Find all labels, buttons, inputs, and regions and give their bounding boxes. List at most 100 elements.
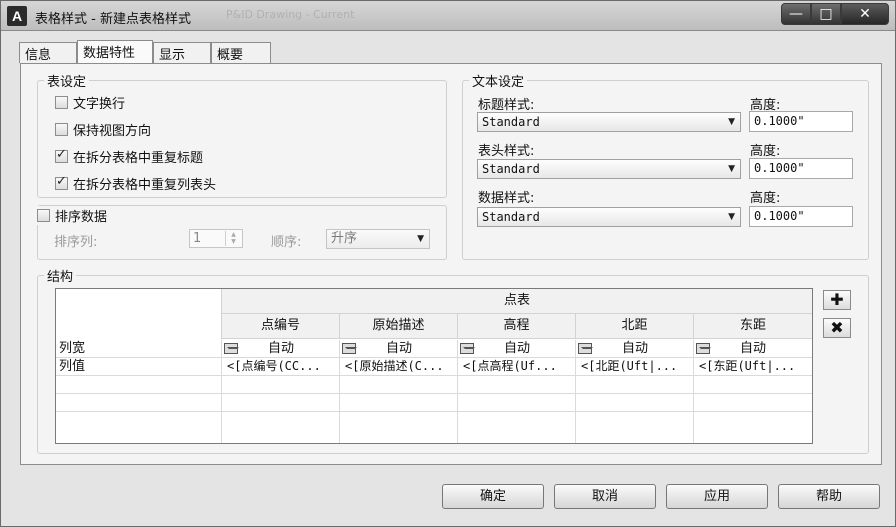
text-settings-legend: 文本设定	[472, 75, 525, 90]
image-picker-icon[interactable]	[342, 343, 357, 354]
apply-button[interactable]: 应用	[666, 484, 768, 509]
sort-order-label: 顺序:	[271, 235, 302, 250]
sort-order-value: 升序	[331, 231, 358, 246]
empty-cell	[56, 376, 222, 394]
title-style-dropdown[interactable]: Standard ▼	[477, 112, 741, 132]
structure-legend: 结构	[47, 270, 74, 285]
structure-table: 点表 点编号 原始描述 高程 北距 东距 列宽 自动 自动 自动 自动 自动 列…	[55, 288, 813, 444]
table-style-dialog: A 表格样式 - 新建点表格样式 P&ID Drawing - Current …	[0, 0, 896, 527]
column-width-cell[interactable]: 自动	[340, 340, 458, 358]
empty-cell	[458, 394, 576, 412]
column-value-cell[interactable]: <[点高程(Uf...	[458, 358, 576, 376]
column-header-northing[interactable]: 北距	[576, 314, 694, 339]
chevron-down-icon: ▼	[728, 117, 735, 127]
repeat-column-headers-checkbox[interactable]	[55, 174, 68, 190]
sort-order-dropdown[interactable]: 升序 ▼	[326, 229, 430, 249]
sort-column-label: 排序列:	[54, 235, 98, 250]
data-properties-panel: 表设定 文字换行 保持视图方向 在拆分表格中重复标题 在拆分表格中重复列表头 排…	[20, 63, 882, 465]
image-picker-icon[interactable]	[696, 343, 711, 354]
title-style-label: 标题样式:	[478, 98, 535, 113]
wrap-text-checkbox[interactable]	[55, 96, 68, 109]
repeat-title-option[interactable]: 在拆分表格中重复标题	[55, 147, 203, 166]
background-window-title: P&ID Drawing - Current	[226, 8, 355, 21]
empty-cell	[458, 412, 576, 443]
data-style-dropdown[interactable]: Standard ▼	[477, 207, 741, 227]
row-header-corner	[56, 289, 222, 339]
empty-cell	[576, 412, 694, 443]
column-value-cell[interactable]: <[原始描述(C...	[340, 358, 458, 376]
empty-cell	[340, 394, 458, 412]
data-height-input[interactable]: 0.1000"	[749, 206, 853, 227]
add-column-icon: ✚	[830, 290, 844, 309]
repeat-title-label: 在拆分表格中重复标题	[73, 151, 204, 166]
help-button[interactable]: 帮助	[778, 484, 880, 509]
column-header-easting[interactable]: 东距	[694, 314, 812, 339]
delete-column-button[interactable]: ✖	[823, 318, 851, 338]
header-style-value: Standard	[482, 162, 540, 176]
sort-data-checkbox[interactable]	[37, 209, 50, 222]
column-value-cell[interactable]: <[北距(Uft|...	[576, 358, 694, 376]
empty-cell	[576, 376, 694, 394]
cancel-button[interactable]: 取消	[554, 484, 656, 509]
empty-cell	[56, 412, 222, 443]
title-style-value: Standard	[482, 115, 540, 129]
sort-column-value: 1	[193, 231, 202, 246]
column-width-cell[interactable]: 自动	[576, 340, 694, 358]
keep-view-orientation-checkbox[interactable]	[55, 123, 68, 136]
image-picker-icon[interactable]	[578, 343, 593, 354]
column-value-cell[interactable]: <[点编号(CC...	[222, 358, 340, 376]
header-height-label: 高度:	[750, 144, 781, 159]
column-width-cell[interactable]: 自动	[694, 340, 812, 358]
delete-column-icon: ✖	[830, 318, 844, 337]
keep-view-orientation-option[interactable]: 保持视图方向	[55, 120, 151, 139]
image-picker-icon[interactable]	[224, 343, 239, 354]
spinner-arrows-icon[interactable]: ▲ ▼	[225, 231, 241, 246]
chevron-down-icon: ▼	[728, 212, 735, 222]
tab-summary[interactable]: 概要	[211, 42, 271, 63]
repeat-title-checkbox[interactable]	[55, 147, 68, 163]
column-width-cell[interactable]: 自动	[222, 340, 340, 358]
row-label-column-width: 列宽	[56, 340, 222, 358]
header-height-input[interactable]: 0.1000"	[749, 158, 853, 179]
window-title: 表格样式 - 新建点表格样式	[35, 12, 191, 27]
data-style-label: 数据样式:	[478, 191, 535, 206]
add-column-button[interactable]: ✚	[823, 290, 851, 310]
tab-data-properties[interactable]: 数据特性	[77, 40, 153, 64]
empty-cell	[222, 394, 340, 412]
header-style-dropdown[interactable]: Standard ▼	[477, 159, 741, 179]
repeat-column-headers-option[interactable]: 在拆分表格中重复列表头	[55, 174, 216, 193]
title-bar[interactable]: A 表格样式 - 新建点表格样式 P&ID Drawing - Current …	[1, 1, 895, 31]
minimize-button[interactable]: —	[781, 3, 811, 25]
window-controls: — □ ✕	[781, 3, 889, 25]
sort-column-spinner[interactable]: 1 ▲ ▼	[189, 229, 243, 248]
sort-data-option[interactable]: 排序数据	[37, 206, 112, 225]
app-icon: A	[7, 6, 27, 26]
keep-view-orientation-label: 保持视图方向	[73, 124, 152, 139]
header-style-label: 表头样式:	[478, 144, 535, 159]
column-width-cell[interactable]: 自动	[458, 340, 576, 358]
empty-cell	[694, 412, 812, 443]
close-button[interactable]: ✕	[841, 3, 889, 25]
chevron-down-icon: ▼	[417, 234, 424, 244]
empty-cell	[340, 376, 458, 394]
image-picker-icon[interactable]	[460, 343, 475, 354]
title-height-input[interactable]: 0.1000"	[749, 111, 853, 132]
repeat-column-headers-label: 在拆分表格中重复列表头	[73, 178, 217, 193]
table-title-cell[interactable]: 点表	[222, 289, 812, 314]
empty-cell	[56, 394, 222, 412]
column-header-point-number[interactable]: 点编号	[222, 314, 340, 339]
wrap-text-option[interactable]: 文字换行	[55, 93, 125, 112]
data-height-label: 高度:	[750, 191, 781, 206]
empty-cell	[694, 376, 812, 394]
wrap-text-label: 文字换行	[73, 97, 126, 112]
table-settings-legend: 表设定	[47, 75, 87, 90]
tab-display[interactable]: 显示	[153, 42, 211, 63]
ok-button[interactable]: 确定	[442, 484, 544, 509]
maximize-button[interactable]: □	[811, 3, 841, 25]
tab-info[interactable]: 信息	[19, 42, 77, 63]
column-header-raw-description[interactable]: 原始描述	[340, 314, 458, 339]
chevron-down-icon: ▼	[728, 164, 735, 174]
column-value-cell[interactable]: <[东距(Uft|...	[694, 358, 812, 376]
empty-cell	[222, 376, 340, 394]
column-header-elevation[interactable]: 高程	[458, 314, 576, 339]
